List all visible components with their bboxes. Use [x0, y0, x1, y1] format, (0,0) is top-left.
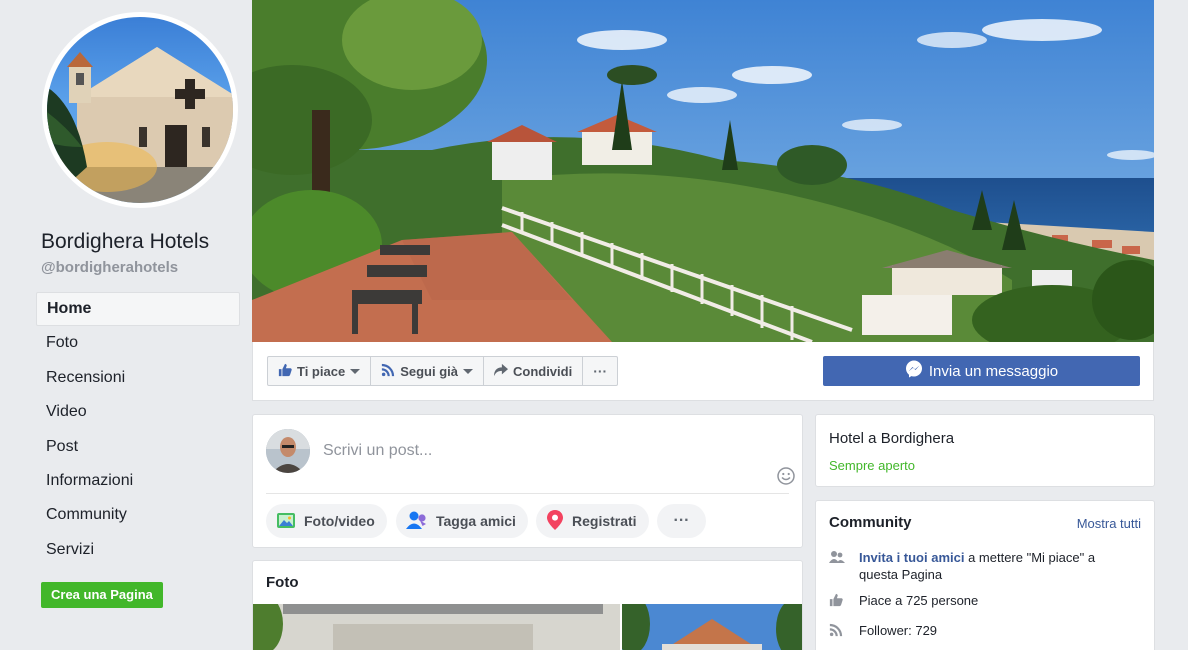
thumbs-up-icon: [829, 592, 847, 611]
check-in-button[interactable]: Registrati: [536, 504, 649, 538]
photos-title[interactable]: Foto: [266, 574, 298, 591]
photo-thumbnail[interactable]: [253, 604, 620, 650]
nav-item-servizi[interactable]: Servizi: [36, 533, 240, 567]
invite-friends-text: Invita i tuoi amici a mettere "Mi piace"…: [859, 549, 1129, 583]
share-button-label: Condividi: [512, 363, 573, 379]
page-nav: Home Foto Recensioni Video Post Informaz…: [36, 292, 240, 567]
follow-button-label: Segui già: [400, 363, 458, 379]
likes-count: Piace a 725 persone: [859, 593, 979, 608]
page-category[interactable]: Hotel a Bordighera: [829, 430, 954, 447]
invite-friends-icon: [829, 549, 847, 583]
opening-status: Sempre aperto: [829, 458, 915, 473]
nav-item-community[interactable]: Community: [36, 498, 240, 532]
like-button[interactable]: Ti piace: [268, 357, 372, 385]
check-in-label: Registrati: [572, 513, 637, 529]
see-all-link[interactable]: Mostra tutti: [1077, 516, 1141, 531]
chevron-down-icon: [462, 368, 473, 374]
photos-card: Foto: [252, 560, 803, 650]
rss-icon: [381, 363, 395, 380]
page-title[interactable]: Bordighera Hotels: [41, 230, 209, 254]
profile-picture[interactable]: [42, 12, 238, 208]
left-column: Bordighera Hotels @bordigherahotels Home…: [36, 0, 240, 650]
nav-item-recensioni[interactable]: Recensioni: [36, 361, 240, 395]
photo-icon: [276, 510, 296, 533]
invite-friends-row: Invita i tuoi amici a mettere "Mi piace"…: [829, 549, 1129, 583]
invite-friends-link[interactable]: Invita i tuoi amici: [859, 550, 964, 565]
nav-item-informazioni[interactable]: Informazioni: [36, 464, 240, 498]
follow-button[interactable]: Segui già: [371, 357, 484, 385]
page-action-buttons: Ti piace Segui già Condividi ···: [267, 356, 619, 386]
community-title: Community: [829, 514, 912, 531]
photo-video-label: Foto/video: [304, 513, 375, 529]
page-action-bar: Ti piace Segui già Condividi ··· Invia u…: [252, 342, 1154, 401]
create-page-button[interactable]: Crea una Pagina: [41, 582, 163, 608]
location-pin-icon: [546, 509, 564, 534]
nav-item-post[interactable]: Post: [36, 430, 240, 464]
about-card: Hotel a Bordighera Sempre aperto: [815, 414, 1155, 487]
chevron-down-icon: [350, 368, 361, 374]
nav-item-video[interactable]: Video: [36, 395, 240, 429]
like-button-label: Ti piace: [297, 363, 346, 379]
nav-item-foto[interactable]: Foto: [36, 326, 240, 360]
user-avatar: [266, 429, 310, 473]
more-actions-button[interactable]: ···: [583, 357, 617, 385]
send-message-button[interactable]: Invia un messaggio: [823, 356, 1140, 386]
tag-friends-button[interactable]: Tagga amici: [396, 504, 528, 538]
composer-more-button[interactable]: ···: [657, 504, 706, 538]
followers-row: Follower: 729: [829, 622, 1129, 641]
likes-row: Piace a 725 persone: [829, 592, 1129, 611]
share-button[interactable]: Condividi: [484, 357, 584, 385]
page-handle[interactable]: @bordigherahotels: [41, 259, 178, 276]
tag-friends-icon: [406, 510, 428, 533]
write-post-input[interactable]: Scrivi un post...: [323, 442, 432, 460]
emoji-icon[interactable]: [777, 467, 795, 490]
photo-thumbnail[interactable]: [622, 604, 802, 650]
thumbs-up-icon: [278, 363, 292, 380]
profile-picture-image: [47, 17, 233, 203]
followers-count: Follower: 729: [859, 623, 938, 638]
nav-item-home[interactable]: Home: [36, 292, 240, 327]
tag-friends-label: Tagga amici: [436, 513, 516, 529]
send-message-label: Invia un messaggio: [928, 362, 1059, 380]
photo-video-button[interactable]: Foto/video: [266, 504, 387, 538]
divider: [266, 493, 789, 494]
more-icon: ···: [673, 512, 690, 529]
share-arrow-icon: [493, 363, 508, 380]
more-icon: ···: [593, 363, 608, 379]
cover-photo[interactable]: [252, 0, 1154, 342]
community-card: Community Mostra tutti Invita i tuoi ami…: [815, 500, 1155, 650]
post-composer: Scrivi un post... Foto/video Tagga amici…: [252, 414, 803, 548]
messenger-icon: [905, 360, 923, 382]
rss-icon: [829, 622, 847, 641]
